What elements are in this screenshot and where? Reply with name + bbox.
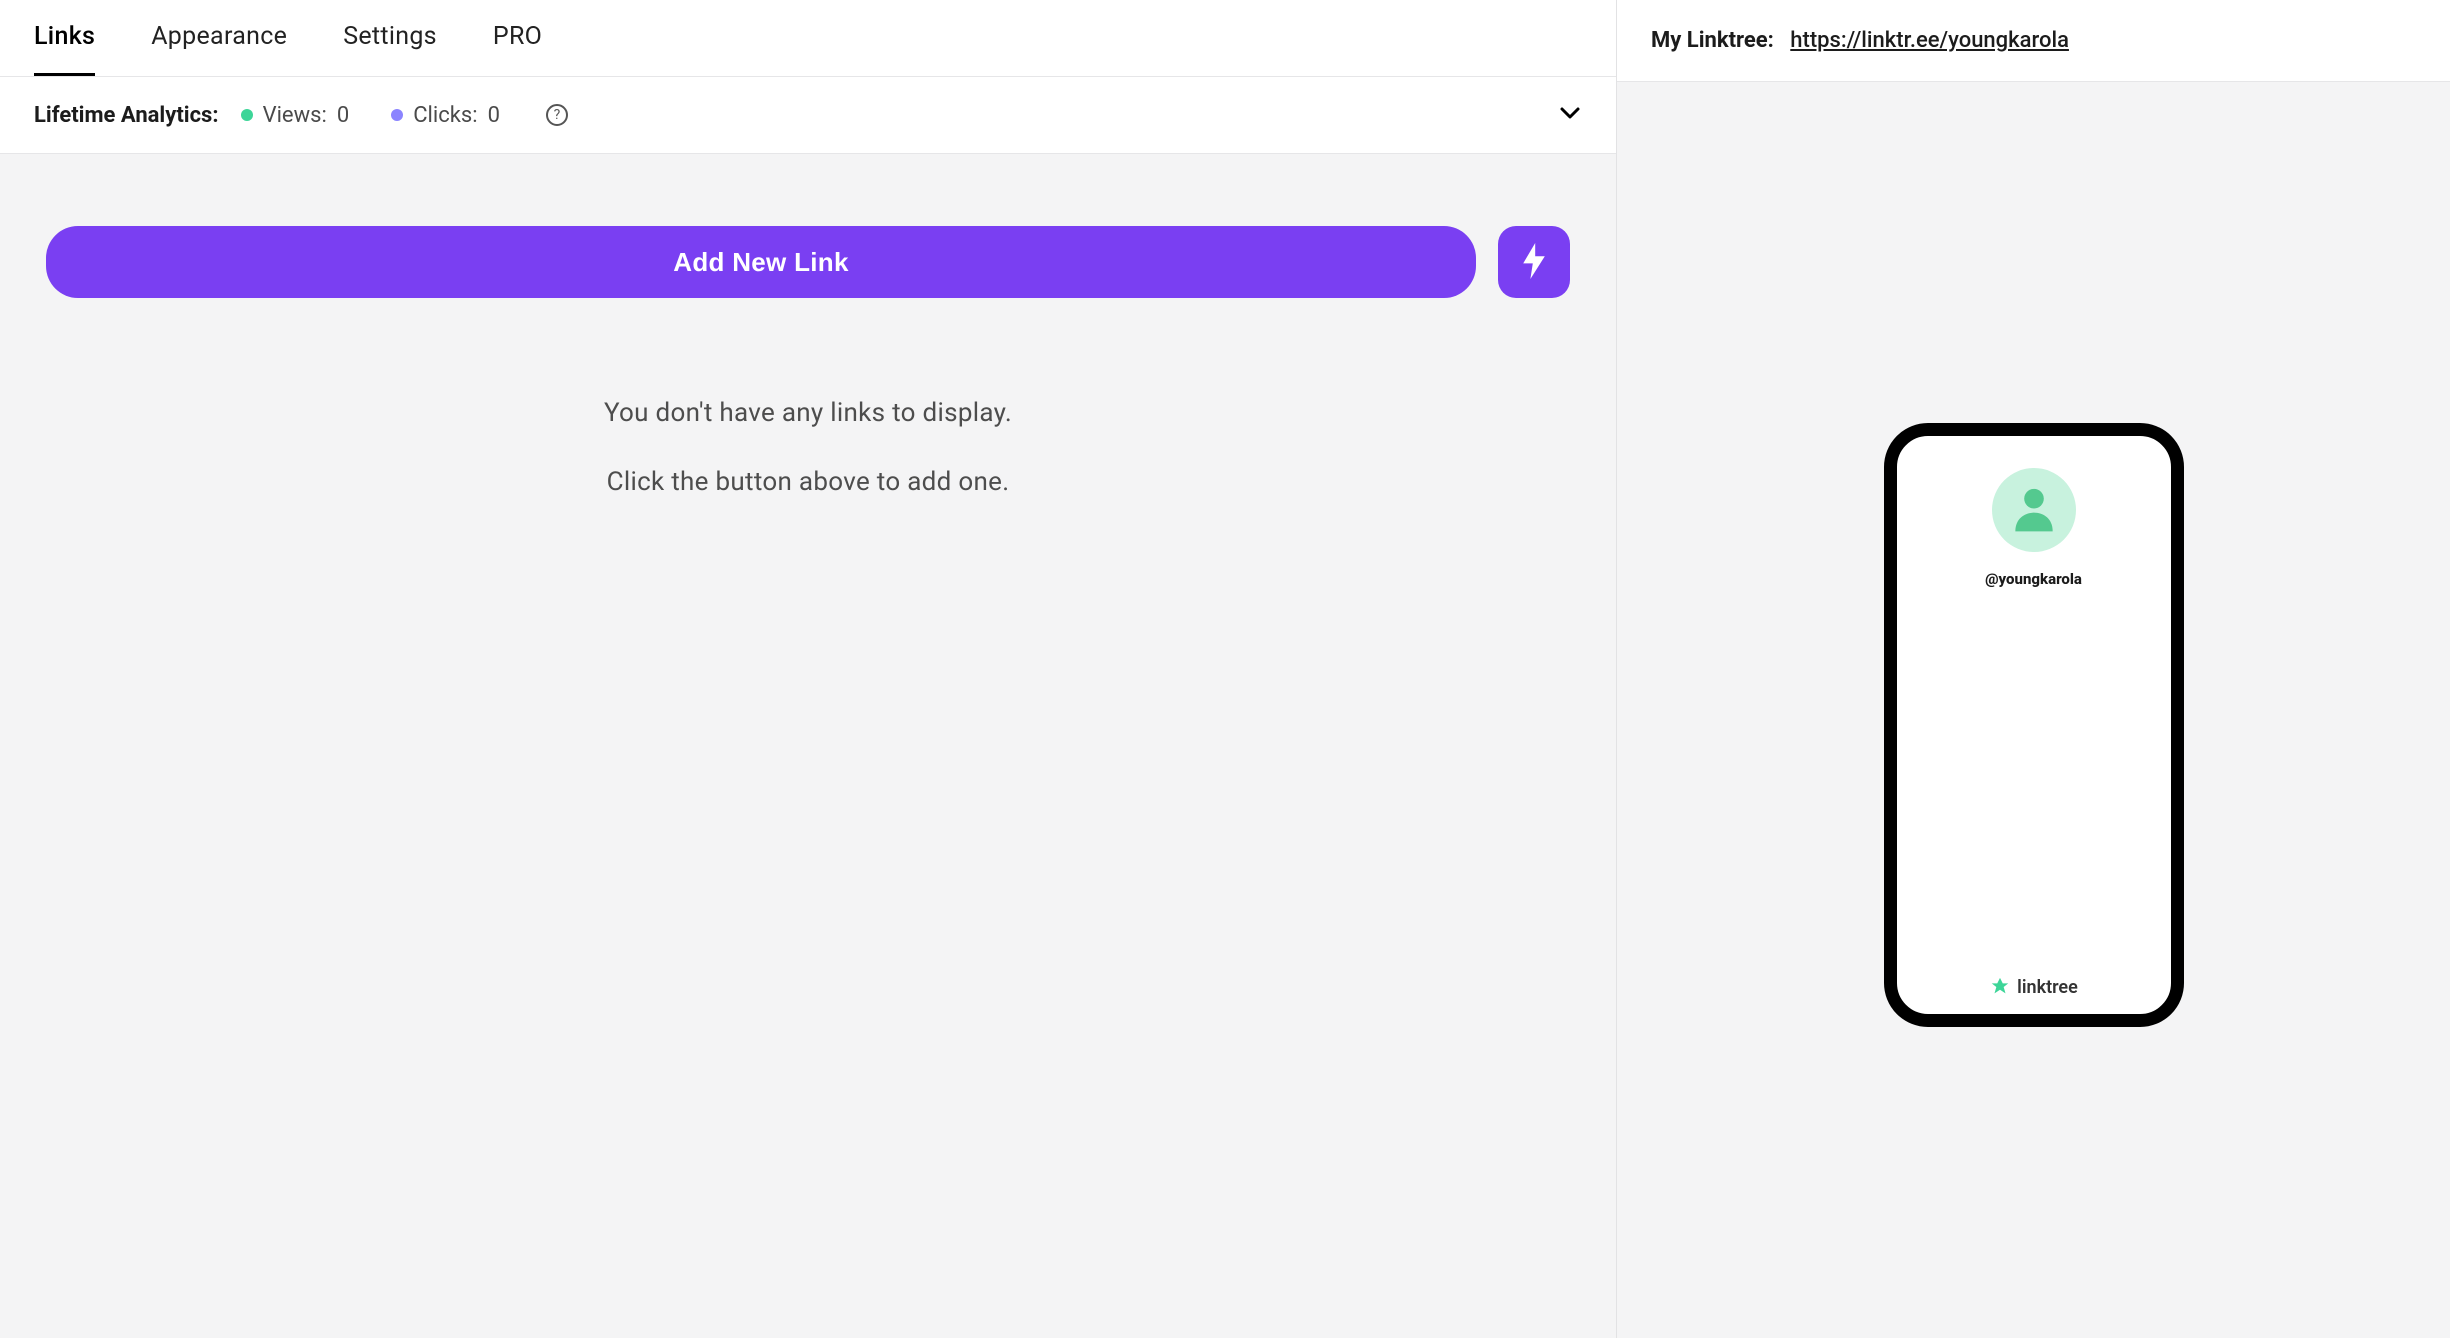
avatar: [1992, 468, 2076, 552]
analytics-stats: Lifetime Analytics: Views: 0 Clicks: 0 ?: [34, 103, 568, 128]
empty-line-1: You don't have any links to display.: [46, 394, 1570, 433]
tab-appearance[interactable]: Appearance: [151, 22, 287, 76]
linktree-brand-text: linktree: [2017, 977, 2078, 998]
views-dot-icon: [241, 109, 253, 121]
add-new-link-button[interactable]: Add New Link: [46, 226, 1476, 298]
tab-links[interactable]: Links: [34, 22, 95, 76]
my-linktree-header: My Linktree: https://linktr.ee/youngkaro…: [1617, 0, 2450, 82]
my-linktree-url[interactable]: https://linktr.ee/youngkarola: [1790, 28, 2069, 53]
phone-branding: linktree: [1897, 976, 2171, 998]
clicks-value: 0: [488, 103, 500, 128]
person-icon: [2006, 480, 2062, 540]
phone-preview: @youngkarola linktree: [1884, 423, 2184, 1027]
quick-add-button[interactable]: [1498, 226, 1570, 298]
tab-settings[interactable]: Settings: [343, 22, 437, 76]
lightning-icon: [1519, 243, 1549, 282]
empty-line-2: Click the button above to add one.: [46, 463, 1570, 502]
action-row: Add New Link: [46, 226, 1570, 298]
tabs-nav: Links Appearance Settings PRO: [0, 0, 1616, 77]
main-panel: Links Appearance Settings PRO Lifetime A…: [0, 0, 1617, 1338]
clicks-dot-icon: [391, 109, 403, 121]
app-root: Links Appearance Settings PRO Lifetime A…: [0, 0, 2450, 1338]
clicks-label: Clicks:: [413, 103, 477, 128]
my-linktree-label: My Linktree:: [1651, 28, 1774, 53]
stat-clicks: Clicks: 0: [391, 103, 500, 128]
analytics-bar: Lifetime Analytics: Views: 0 Clicks: 0 ?: [0, 77, 1616, 154]
views-value: 0: [337, 103, 349, 128]
views-label: Views:: [263, 103, 327, 128]
stat-views: Views: 0: [241, 103, 350, 128]
tab-pro[interactable]: PRO: [493, 22, 542, 76]
linktree-logo-icon: [1989, 976, 2011, 998]
chevron-down-icon[interactable]: [1558, 101, 1582, 129]
profile-handle: @youngkarola: [1985, 570, 2082, 588]
content-area: Add New Link You don't have any links to…: [0, 154, 1616, 542]
analytics-title: Lifetime Analytics:: [34, 103, 219, 128]
help-icon[interactable]: ?: [546, 104, 568, 126]
empty-state: You don't have any links to display. Cli…: [46, 394, 1570, 502]
preview-area: @youngkarola linktree: [1617, 82, 2450, 1338]
side-panel: My Linktree: https://linktr.ee/youngkaro…: [1617, 0, 2450, 1338]
